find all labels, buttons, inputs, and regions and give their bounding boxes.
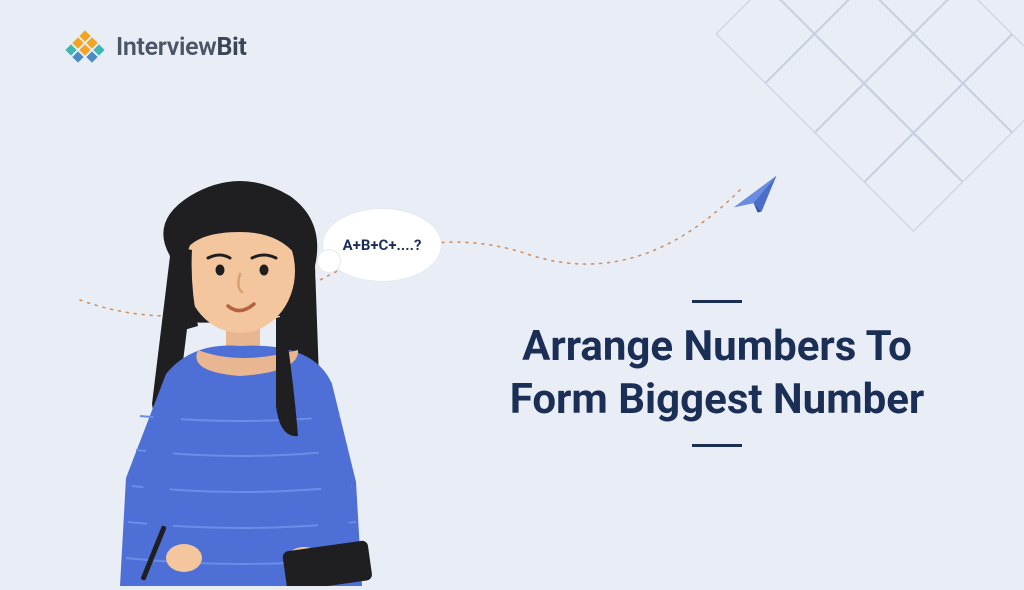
brand-logo: InterviewBit bbox=[62, 28, 247, 66]
paper-plane-icon bbox=[728, 172, 788, 218]
title-block: Arrange Numbers To Form Biggest Number bbox=[482, 300, 952, 447]
title-divider-bottom bbox=[692, 444, 742, 447]
logo-mark-icon bbox=[62, 28, 108, 66]
title-divider-top bbox=[692, 300, 742, 303]
brand-name: InterviewBit bbox=[116, 33, 247, 62]
woman-illustration bbox=[80, 166, 400, 586]
page-title: Arrange Numbers To Form Biggest Number bbox=[482, 321, 952, 426]
